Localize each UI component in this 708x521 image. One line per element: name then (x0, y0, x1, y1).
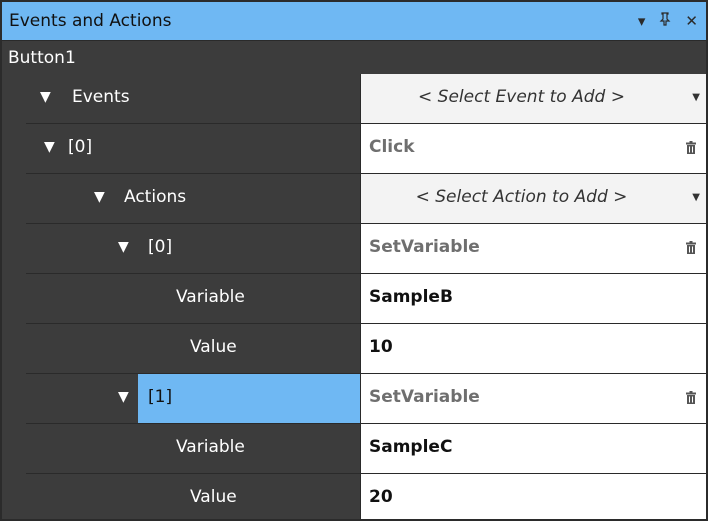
trash-icon[interactable] (686, 389, 696, 409)
tree-row-event-0: ▼ [0] Click (26, 124, 706, 174)
action-0-value-cell[interactable]: SetVariable (360, 224, 706, 273)
events-and-actions-panel: Events and Actions ▾ ✕ Button1 ▼ Events … (0, 0, 708, 521)
action-0-index: [0] (148, 237, 173, 257)
variable-label-cell[interactable]: Variable (26, 274, 360, 323)
value-label: Value (190, 337, 237, 357)
caret-down-icon[interactable]: ▼ (692, 192, 700, 203)
tree-row-action-0: ▼ [0] SetVariable (26, 224, 706, 274)
value-label-cell[interactable]: Value (26, 324, 360, 373)
action-1-value: SetVariable (369, 387, 480, 407)
tree-row-action-1-variable: Variable SampleC (26, 424, 706, 474)
actions-label-cell[interactable]: ▼ Actions (26, 174, 360, 223)
select-event-dropdown[interactable]: < Select Event to Add > ▼ (360, 74, 706, 123)
variable-value-field[interactable]: SampleB (360, 274, 706, 323)
value-field[interactable]: 20 (360, 474, 706, 519)
property-tree: ▼ Events < Select Event to Add > ▼ ▼ [0]… (26, 74, 706, 519)
expand-arrow-icon[interactable]: ▼ (44, 139, 55, 155)
tree-row-events: ▼ Events < Select Event to Add > ▼ (26, 74, 706, 124)
events-label: Events (72, 87, 130, 107)
event-0-value-cell[interactable]: Click (360, 124, 706, 173)
tree-gutter (2, 74, 26, 519)
tree-row-action-1: ▼ [1] SetVariable (26, 374, 706, 424)
select-event-text: < Select Event to Add > (418, 87, 625, 107)
value-label: Value (190, 487, 237, 507)
tree-row-action-0-value: Value 10 (26, 324, 706, 374)
variable-label: Variable (176, 437, 245, 457)
trash-icon[interactable] (686, 139, 696, 159)
event-0-index: [0] (68, 137, 93, 157)
expand-arrow-icon[interactable]: ▼ (94, 189, 105, 205)
tree-row-action-0-variable: Variable SampleB (26, 274, 706, 324)
variable-value: SampleB (369, 287, 453, 307)
action-1-label-cell[interactable]: ▼ [1] (26, 374, 360, 423)
variable-label-cell[interactable]: Variable (26, 424, 360, 473)
panel-title-bar: Events and Actions ▾ ✕ (2, 2, 706, 40)
action-1-index: [1] (148, 387, 173, 407)
expand-arrow-icon[interactable]: ▼ (118, 389, 129, 405)
events-label-cell[interactable]: ▼ Events (26, 74, 360, 123)
expand-arrow-icon[interactable]: ▼ (40, 89, 51, 105)
event-0-label-cell[interactable]: ▼ [0] (26, 124, 360, 173)
select-action-text: < Select Action to Add > (415, 187, 628, 207)
value-value: 10 (369, 337, 393, 357)
tree-row-action-1-value: Value 20 (26, 474, 706, 519)
event-0-value: Click (369, 137, 415, 157)
panel-title: Events and Actions (9, 11, 172, 31)
variable-value: SampleC (369, 437, 453, 457)
value-value: 20 (369, 487, 393, 507)
variable-value-field[interactable]: SampleC (360, 424, 706, 473)
action-0-value: SetVariable (369, 237, 480, 257)
close-icon[interactable]: ✕ (685, 12, 698, 30)
dropdown-menu-icon[interactable]: ▾ (638, 12, 646, 30)
trash-icon[interactable] (686, 239, 696, 259)
value-label-cell[interactable]: Value (26, 474, 360, 519)
select-action-dropdown[interactable]: < Select Action to Add > ▼ (360, 174, 706, 223)
expand-arrow-icon[interactable]: ▼ (118, 239, 129, 255)
caret-down-icon[interactable]: ▼ (692, 92, 700, 103)
actions-label: Actions (124, 187, 187, 207)
tree-row-actions: ▼ Actions < Select Action to Add > ▼ (26, 174, 706, 224)
action-1-value-cell[interactable]: SetVariable (360, 374, 706, 423)
action-0-label-cell[interactable]: ▼ [0] (26, 224, 360, 273)
pin-icon[interactable] (659, 12, 671, 30)
value-field[interactable]: 10 (360, 324, 706, 373)
variable-label: Variable (176, 287, 245, 307)
selected-object-label: Button1 (2, 40, 706, 74)
